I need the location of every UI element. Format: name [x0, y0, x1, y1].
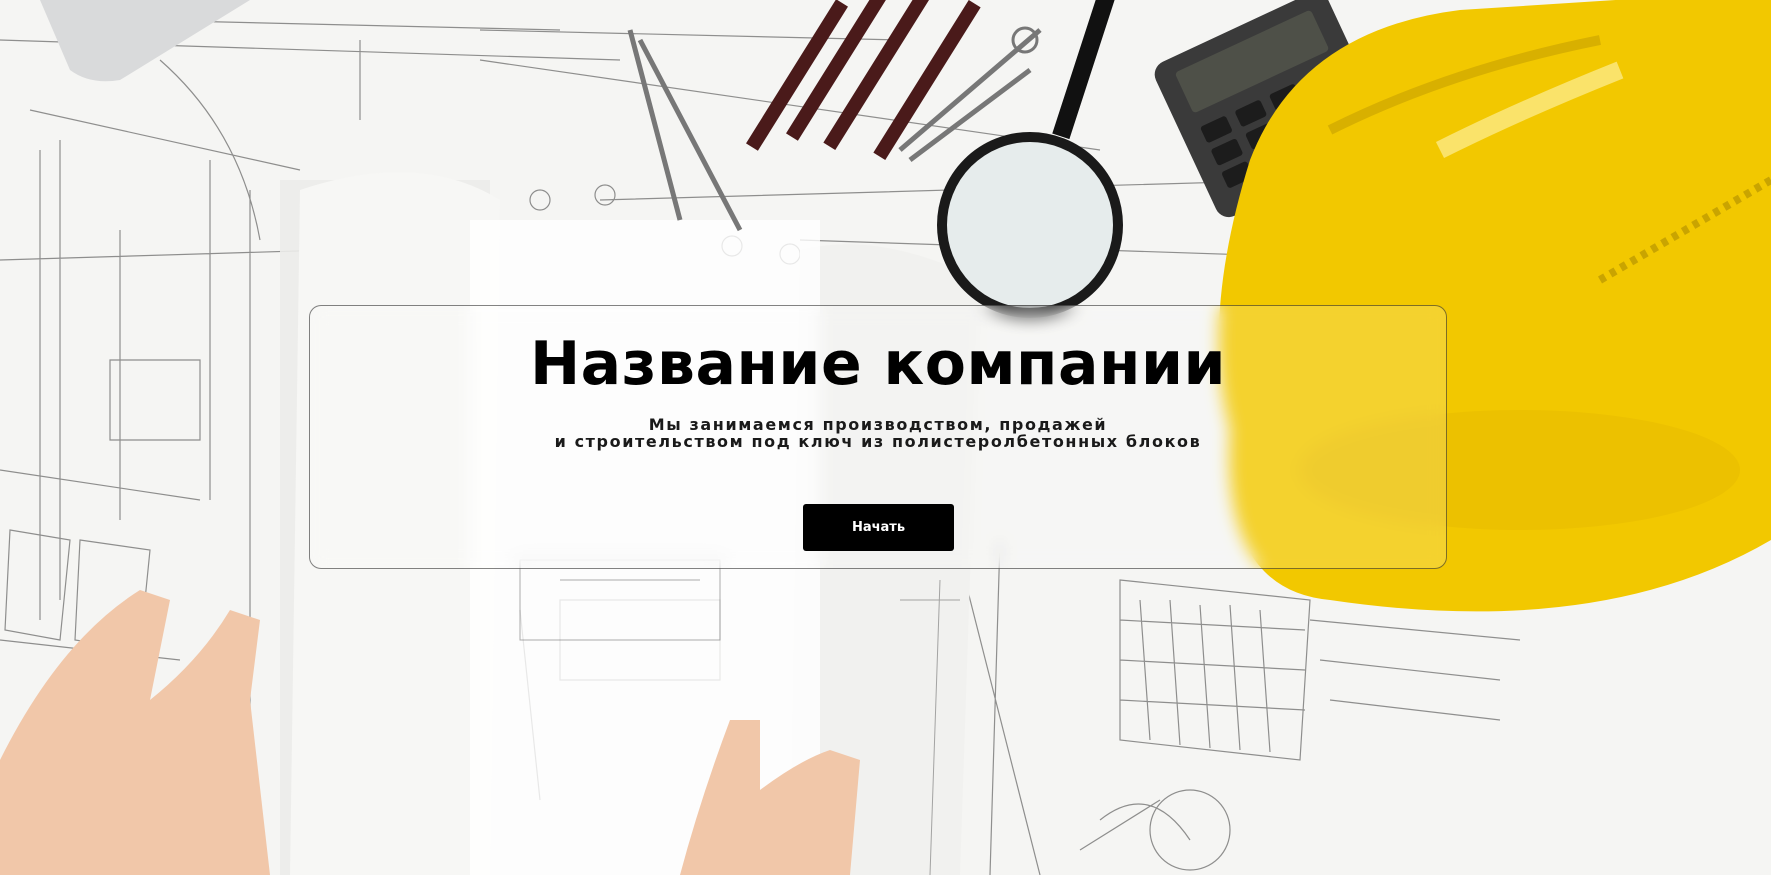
hero-card: Название компании Мы занимаемся производ…	[309, 305, 1447, 569]
tagline-line-2: и строительством под ключ из полистеролб…	[554, 432, 1202, 451]
start-button[interactable]: Начать	[803, 504, 954, 551]
hero-section: Название компании Мы занимаемся производ…	[0, 0, 1771, 875]
tagline-line-1: Мы занимаемся производством, продажей	[648, 415, 1108, 434]
company-title: Название компании	[529, 329, 1227, 399]
hero-tagline: Мы занимаемся производством, продажей и …	[310, 416, 1446, 450]
